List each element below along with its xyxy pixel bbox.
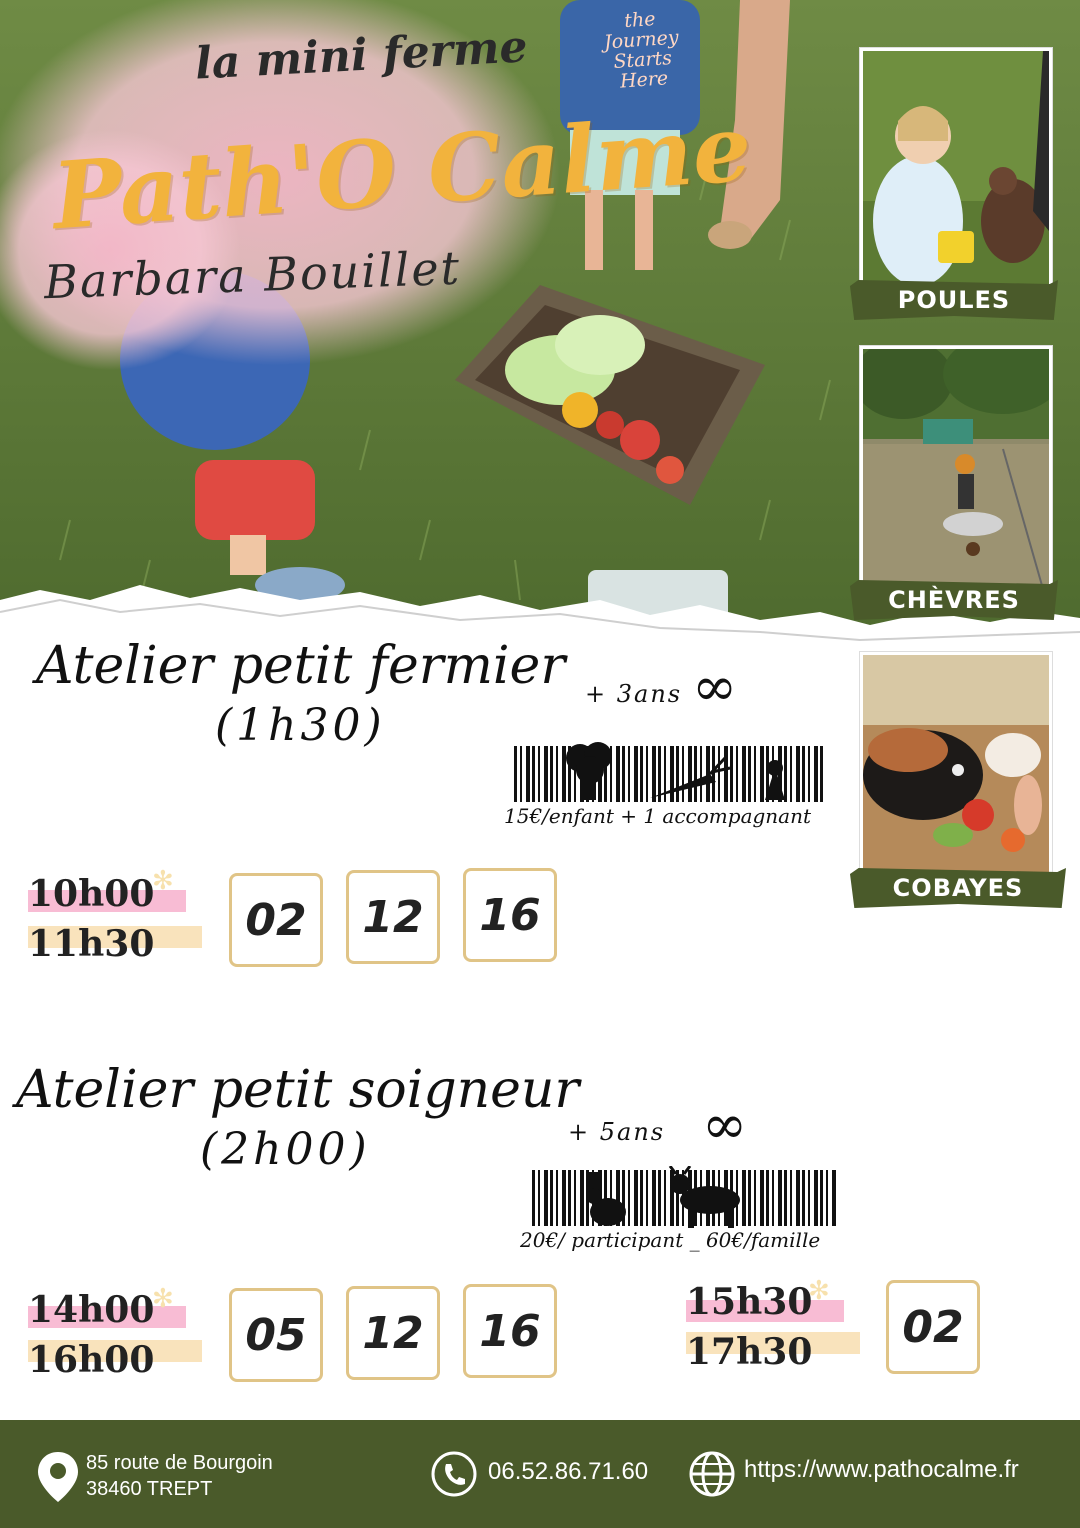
phone-icon [431, 1451, 477, 1497]
date-box: 12 [346, 870, 440, 964]
atelier1-duration: (1h30) [215, 700, 386, 751]
atelier1-age: + 3ans [585, 680, 683, 708]
atelier1-start: 10h00 [28, 873, 155, 915]
atelier2-price: 20€/ participant _ 60€/famille [520, 1228, 821, 1252]
date-box: 05 [229, 1288, 323, 1382]
tag-poules: POULES [850, 280, 1058, 320]
address-line1: 85 route de Bourgoin [86, 1452, 273, 1474]
session1-start: 14h00 [28, 1289, 155, 1331]
session2-end: 17h30 [686, 1331, 813, 1373]
sparkle-icon: ✻ [152, 866, 174, 896]
address-line2: 38460 TREPT [86, 1478, 213, 1500]
globe-icon [689, 1451, 735, 1497]
date-box: 02 [229, 873, 323, 967]
chevres-photo [860, 346, 1052, 592]
tag-cobayes: COBAYES [850, 868, 1066, 908]
shirt-text: the Journey Starts Here [603, 8, 680, 93]
infinity-icon: ∞ [702, 1093, 747, 1156]
date-box: 12 [346, 1286, 440, 1380]
website-link[interactable]: https://www.pathocalme.fr [744, 1456, 1019, 1484]
session1-end: 16h00 [28, 1339, 155, 1381]
animal-silhouettes-icon [586, 1166, 740, 1228]
date-box: 16 [463, 1284, 557, 1378]
date-box: 02 [886, 1280, 980, 1374]
footer: 85 route de Bourgoin 38460 TREPT 06.52.8… [0, 1420, 1080, 1528]
atelier2-duration: (2h00) [200, 1124, 371, 1175]
infinity-icon: ∞ [692, 655, 737, 718]
atelier1-end: 11h30 [28, 923, 155, 965]
session2-start: 15h30 [686, 1281, 813, 1323]
atelier2-title: Atelier petit soigneur [16, 1060, 580, 1120]
atelier1-title: Atelier petit fermier [36, 636, 566, 696]
poules-photo [860, 48, 1052, 294]
sparkle-icon: ✻ [152, 1284, 174, 1314]
atelier1-price: 15€/enfant + 1 accompagnant [504, 804, 812, 828]
atelier2-age: + 5ans [568, 1118, 666, 1146]
phone-number[interactable]: 06.52.86.71.60 [488, 1458, 648, 1486]
location-pin-icon [38, 1452, 78, 1502]
cobayes-photo [860, 652, 1052, 883]
vegetable-silhouettes-icon [566, 742, 785, 800]
date-box: 16 [463, 868, 557, 962]
tag-chevres: CHÈVRES [850, 580, 1058, 620]
